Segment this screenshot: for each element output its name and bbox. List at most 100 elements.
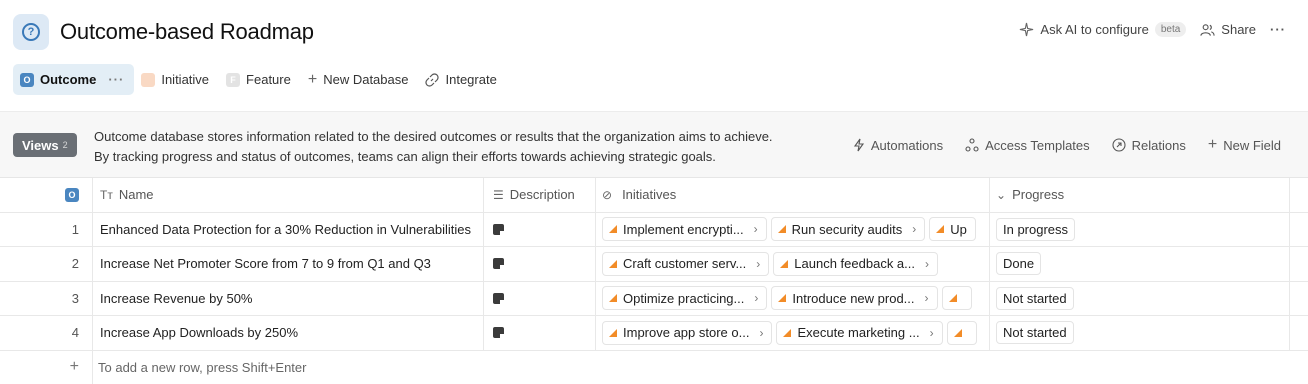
rich-text-icon: ☰ — [493, 187, 504, 202]
column-spacer — [1290, 178, 1308, 212]
initiatives-cell[interactable]: Optimize practicing... › Introduce new pr… — [596, 281, 990, 315]
initiative-chip[interactable]: Improve app store o... › — [602, 320, 773, 345]
description-cell[interactable] — [484, 247, 596, 281]
ask-ai-button[interactable]: Ask AI to configure beta — [1019, 22, 1187, 37]
initiative-chip[interactable]: Craft customer serv... › — [602, 251, 770, 276]
column-header-name[interactable]: Tт Name — [93, 178, 484, 212]
chip-label: Run security audits — [791, 221, 903, 237]
initiative-icon — [609, 259, 617, 268]
views-button[interactable]: Views 2 — [13, 133, 77, 157]
row-index: 4 — [0, 316, 93, 350]
new-field-button[interactable]: + New Field — [1208, 136, 1281, 154]
access-templates-button[interactable]: Access Templates — [965, 136, 1090, 154]
table-row[interactable]: 2 Increase Net Promoter Score from 7 to … — [0, 247, 1308, 282]
relation-icon — [1112, 138, 1126, 152]
row-spacer — [1290, 316, 1308, 350]
progress-cell[interactable]: Done — [990, 247, 1290, 281]
text-type-icon: Tт — [100, 187, 113, 202]
initiative-icon — [783, 328, 792, 337]
initiative-chip[interactable] — [946, 320, 977, 345]
info-bar: Views 2 Outcome database stores informat… — [0, 111, 1308, 178]
share-label: Share — [1221, 22, 1256, 37]
tab-label: Integrate — [445, 72, 497, 87]
tab-feature[interactable]: F Feature — [219, 64, 301, 95]
description-line: By tracking progress and status of outco… — [94, 149, 716, 164]
action-label: New Field — [1223, 137, 1281, 153]
description-cell[interactable] — [484, 316, 596, 350]
initiative-chip[interactable] — [941, 286, 972, 311]
info-actions: Automations Access Templates Relations +… — [853, 136, 1281, 154]
chip-label: Introduce new prod... — [792, 290, 915, 306]
table-header: O Tт Name ☰ Description ⊘ Initiatives ⌄ Prog… — [0, 178, 1308, 213]
tab-label: Feature — [246, 72, 291, 87]
select-icon: ⌄ — [996, 187, 1007, 202]
question-icon: ? — [22, 23, 40, 41]
progress-cell[interactable]: Not started — [990, 316, 1290, 350]
chevron-right-icon: › — [756, 256, 761, 271]
index-header: O — [0, 178, 93, 212]
initiative-chip[interactable]: Execute marketing ... › — [776, 320, 943, 345]
initiative-chip[interactable]: Launch feedback a... › — [773, 251, 938, 276]
data-table: O Tт Name ☰ Description ⊘ Initiatives ⌄ Prog… — [0, 178, 1308, 384]
row-index: 1 — [0, 212, 93, 246]
column-header-progress[interactable]: ⌄ Progress — [990, 178, 1290, 212]
header-actions: Ask AI to configure beta Share ··· — [1019, 22, 1286, 37]
initiatives-cell[interactable]: Implement encrypti... › Run security audi… — [596, 212, 990, 246]
add-row[interactable]: + To add a new row, press Shift+Enter — [0, 350, 1308, 384]
description-cell[interactable] — [484, 281, 596, 315]
initiative-icon — [778, 294, 787, 303]
tab-label: Outcome — [40, 72, 97, 87]
relation-icon: ⊘ — [602, 187, 613, 202]
chip-label: Optimize practicing... — [623, 290, 745, 306]
automations-button[interactable]: Automations — [853, 136, 943, 154]
initiative-chip[interactable]: Implement encrypti... › — [602, 217, 767, 242]
tab-label: New Database — [323, 72, 409, 87]
relations-button[interactable]: Relations — [1112, 136, 1186, 154]
tab-outcome[interactable]: O Outcome ··· — [13, 64, 135, 95]
table-row[interactable]: 3 Increase Revenue by 50% Optimize pract… — [0, 281, 1308, 316]
initiatives-cell[interactable]: Craft customer serv... › Launch feedback … — [596, 247, 990, 281]
database-tabs: O Outcome ··· Initiative F Feature + New… — [13, 64, 507, 95]
initiative-chip[interactable]: Up — [929, 217, 976, 242]
add-row-icon[interactable]: + — [0, 350, 93, 384]
status-badge: Done — [996, 252, 1042, 276]
initiative-chip[interactable]: Run security audits › — [770, 217, 926, 242]
initiatives-cell[interactable]: Improve app store o... › Execute marketin… — [596, 316, 990, 350]
app-icon[interactable]: ? — [13, 14, 49, 50]
progress-cell[interactable]: In progress — [990, 212, 1290, 246]
chevron-right-icon: › — [754, 291, 759, 306]
name-cell[interactable]: Increase Revenue by 50% — [93, 281, 484, 315]
chevron-right-icon: › — [929, 325, 934, 340]
tab-initiative[interactable]: Initiative — [134, 64, 219, 95]
share-button[interactable]: Share — [1200, 22, 1256, 37]
table-row[interactable]: 4 Increase App Downloads by 250% Improve… — [0, 316, 1308, 351]
progress-cell[interactable]: Not started — [990, 281, 1290, 315]
note-icon — [493, 327, 504, 339]
row-index: 2 — [0, 247, 93, 281]
integrate-button[interactable]: Integrate — [418, 64, 506, 95]
name-cell[interactable]: Enhanced Data Protection for a 30% Reduc… — [93, 212, 484, 246]
initiative-chip[interactable]: Optimize practicing... › — [602, 286, 768, 311]
new-database-button[interactable]: + New Database — [301, 64, 419, 95]
column-label: Description — [509, 187, 575, 203]
column-label: Name — [118, 187, 154, 203]
more-options-icon[interactable]: ··· — [1270, 22, 1286, 37]
row-index: 3 — [0, 281, 93, 315]
tab-menu-icon[interactable]: ··· — [108, 72, 124, 87]
description-cell[interactable] — [484, 212, 596, 246]
chevron-right-icon: › — [753, 222, 758, 237]
chip-label: Launch feedback a... — [794, 256, 915, 272]
chevron-right-icon: › — [912, 222, 917, 237]
table-row[interactable]: 1 Enhanced Data Protection for a 30% Red… — [0, 212, 1308, 247]
views-label: Views — [22, 137, 59, 153]
initiative-chip[interactable]: Introduce new prod... › — [771, 286, 938, 311]
column-header-description[interactable]: ☰ Description — [484, 178, 596, 212]
initiative-icon — [609, 294, 617, 303]
chip-label: Execute marketing ... — [797, 325, 920, 341]
chip-label: Implement encrypti... — [623, 221, 744, 237]
name-cell[interactable]: Increase App Downloads by 250% — [93, 316, 484, 350]
name-cell[interactable]: Increase Net Promoter Score from 7 to 9 … — [93, 247, 484, 281]
column-header-initiatives[interactable]: ⊘ Initiatives — [596, 178, 990, 212]
action-label: Relations — [1131, 137, 1186, 153]
initiative-icon — [936, 225, 945, 234]
